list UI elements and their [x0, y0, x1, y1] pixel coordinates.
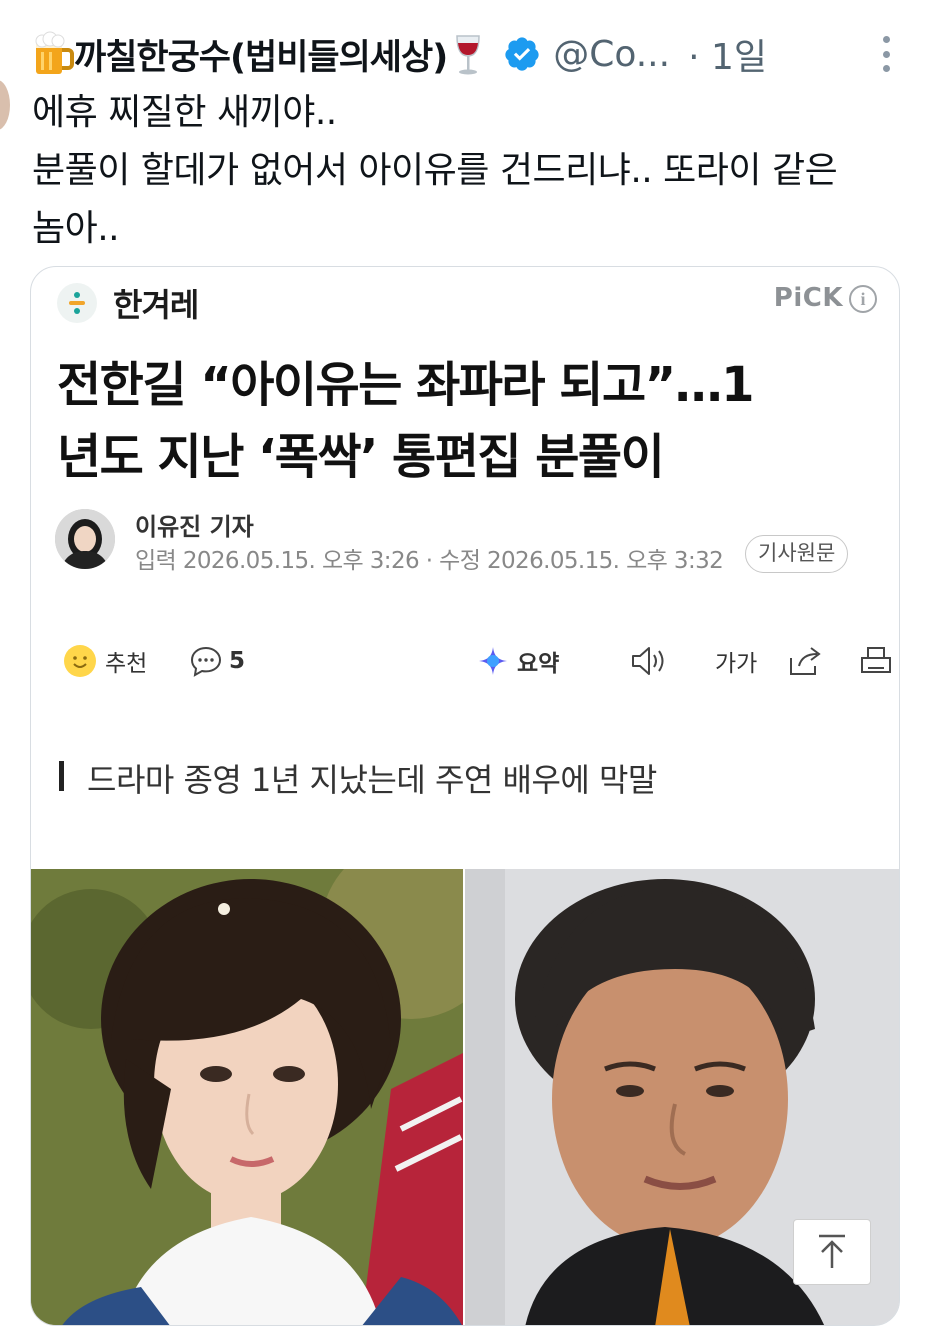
article-subhead: 드라마 종영 1년 지났는데 주연 배우에 막말: [87, 761, 657, 799]
avatar[interactable]: [0, 80, 10, 130]
article-card[interactable]: 한겨레 PiCK i 전한길 “아이유는 좌파라 되고”…1 년도 지난 ‘폭싹…: [30, 266, 900, 1326]
info-icon[interactable]: i: [849, 285, 877, 313]
smiley-icon: [64, 645, 96, 677]
tweet-text-line: 놈아..: [32, 208, 120, 249]
publisher-logo-icon: [57, 283, 97, 323]
sparkle-icon: [479, 647, 507, 675]
reporter-name[interactable]: 이유진 기자: [135, 507, 254, 542]
reporter-photo: [55, 509, 115, 569]
comment-bubble-icon: [190, 646, 222, 677]
wine-glass-icon: [456, 35, 480, 75]
headline-line: 전한길 “아이유는 좌파라 되고”…1: [57, 357, 755, 413]
timestamp[interactable]: · 1일: [688, 28, 767, 80]
summary-label: 요약: [517, 651, 560, 677]
tweet-text: 에휴 찌질한 새끼야.. 분풀이 할데가 없어서 아이유를 건드리냐.. 또라이…: [32, 84, 912, 258]
subhead-bar: [59, 761, 64, 791]
tweet-post: 까칠한궁수(법비들의세상) @Co... · 1일 에휴 찌질한 새끼야.. 분…: [0, 0, 934, 1344]
tweet-text-line: 에휴 찌질한 새끼야..: [32, 92, 337, 133]
summary-button[interactable]: 요약: [477, 639, 559, 683]
article-actions: 추천 5 요약 가가: [59, 639, 891, 683]
more-options-icon[interactable]: [876, 36, 896, 72]
speaker-icon: [632, 647, 664, 675]
publisher-name: 한겨레: [113, 286, 199, 324]
comments-count: 5: [229, 648, 246, 674]
verified-badge-icon: [505, 37, 539, 71]
font-size-label: 가가: [715, 651, 758, 677]
font-size-button[interactable]: 가가: [707, 639, 757, 683]
recommend-label: 추천: [105, 651, 148, 677]
headline-line: 년도 지난 ‘폭싹’ 통편집 분풀이: [57, 429, 665, 485]
publisher-row: 한겨레: [57, 283, 199, 324]
article-photo-left: [31, 869, 463, 1325]
text-to-speech-button[interactable]: [629, 639, 669, 683]
share-button[interactable]: [787, 639, 823, 683]
scroll-to-top-button[interactable]: [793, 1219, 871, 1285]
display-name[interactable]: 까칠한궁수(법비들의세상): [74, 29, 448, 80]
byline: 이유진 기자 입력 2026.05.15. 오후 3:26 · 수정 2026.…: [55, 505, 875, 574]
arrow-up-icon: [819, 1234, 845, 1268]
article-headline: 전한길 “아이유는 좌파라 되고”…1 년도 지난 ‘폭싹’ 통편집 분풀이: [57, 349, 887, 493]
pick-label: PiCK: [773, 283, 843, 313]
share-icon: [790, 647, 821, 675]
handle[interactable]: @Co...: [553, 34, 670, 75]
comments-button[interactable]: 5: [189, 639, 245, 683]
tweet-header: 까칠한궁수(법비들의세상) @Co... · 1일: [32, 28, 902, 80]
original-article-button[interactable]: 기사원문: [745, 535, 849, 573]
print-button[interactable]: [859, 639, 893, 683]
tweet-text-line: 분풀이 할데가 없어서 아이유를 건드리냐.. 또라이 같은: [32, 150, 838, 191]
recommend-button[interactable]: 추천: [63, 639, 147, 683]
beer-mug-icon: [35, 31, 74, 74]
dateline: 입력 2026.05.15. 오후 3:26 · 수정 2026.05.15. …: [135, 548, 724, 574]
print-icon: [861, 647, 891, 673]
